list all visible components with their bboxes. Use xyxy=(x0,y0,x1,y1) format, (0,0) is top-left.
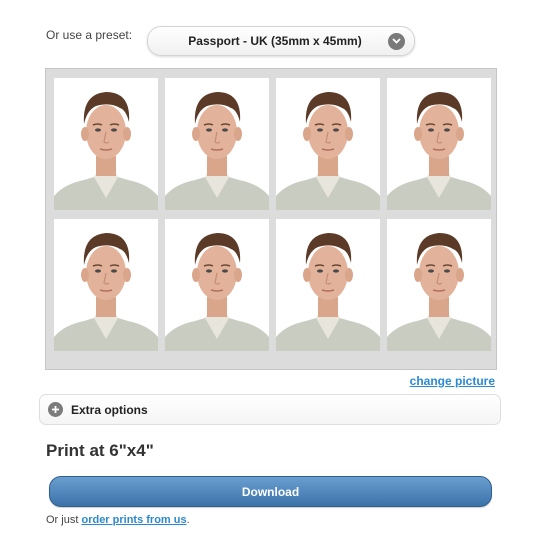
download-button[interactable]: Download xyxy=(49,476,492,507)
passport-photo xyxy=(54,78,158,210)
preset-selected-value: Passport - UK (35mm x 45mm) xyxy=(188,34,362,48)
passport-photo xyxy=(165,219,269,351)
passport-photo xyxy=(387,219,491,351)
order-prints-link[interactable]: order prints from us xyxy=(81,514,186,526)
passport-photo xyxy=(165,78,269,210)
photo-grid xyxy=(45,68,497,370)
order-prints-text: Or just order prints from us. xyxy=(46,514,190,526)
extra-options-label: Extra options xyxy=(71,402,148,417)
order-prefix: Or just xyxy=(46,514,79,526)
order-suffix: . xyxy=(186,514,190,526)
chevron-down-icon xyxy=(388,32,405,50)
print-size-heading: Print at 6"x4" xyxy=(46,441,154,460)
preset-label: Or use a preset: xyxy=(46,28,133,42)
plus-circle-icon xyxy=(48,402,63,417)
passport-photo xyxy=(276,78,380,210)
passport-photo xyxy=(276,219,380,351)
preset-select[interactable]: Passport - UK (35mm x 45mm) xyxy=(147,26,415,56)
passport-photo xyxy=(387,78,491,210)
extra-options-toggle[interactable]: Extra options xyxy=(39,394,501,425)
passport-photo xyxy=(54,219,158,351)
change-picture-link[interactable]: change picture xyxy=(410,374,495,388)
